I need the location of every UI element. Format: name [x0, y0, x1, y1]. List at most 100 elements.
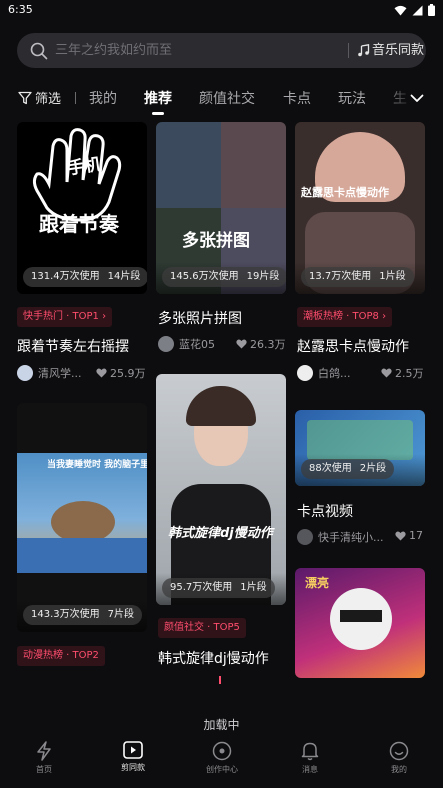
tab-beat-sync[interactable]: 卡点	[283, 88, 311, 108]
card-4-image-text: 当我妻睡觉时 我的脑子里都是:	[47, 460, 147, 470]
usage-count: 131.4万次使用	[31, 271, 100, 282]
card-5-title[interactable]: 韩式旋律dj慢动作	[158, 648, 286, 668]
template-card-4[interactable]: 当我妻睡觉时 我的脑子里都是: 143.3万次使用 7片段	[17, 403, 147, 632]
cartoon-character	[51, 501, 115, 543]
ranking-badge-4[interactable]: 动漫热榜 · TOP2	[17, 646, 105, 666]
nav-profile[interactable]: 我的	[369, 741, 429, 775]
usage-count: 143.3万次使用	[31, 609, 100, 620]
heart-icon	[236, 339, 247, 349]
collage-photo	[221, 122, 286, 208]
usage-info: 131.4万次使用 14片段	[23, 267, 147, 287]
card-7-image-text: 漂亮	[305, 576, 330, 590]
heart-icon	[381, 368, 392, 378]
nav-messages-label: 消息	[302, 765, 318, 774]
template-card-2[interactable]: 多张拼图 145.6万次使用 19片段	[156, 122, 286, 294]
tab-looks-social[interactable]: 颜值社交	[199, 88, 255, 108]
scroll-indicator	[219, 676, 221, 684]
usage-info: 13.7万次使用 1片段	[301, 267, 414, 287]
music-note-icon	[358, 44, 370, 57]
tab-mine[interactable]: 我的	[89, 88, 117, 108]
card-3-likes: 2.5万	[381, 365, 424, 381]
usage-info: 95.7万次使用 1片段	[162, 578, 275, 598]
cellular-signal-icon	[412, 5, 423, 15]
search-divider	[348, 43, 349, 58]
like-count: 25.9万	[110, 367, 146, 380]
usage-count: 145.6万次使用	[170, 271, 239, 282]
usage-info: 143.3万次使用 7片段	[23, 605, 143, 625]
hand-label: 手机	[66, 154, 103, 180]
avatar	[297, 529, 313, 545]
active-tab-indicator	[152, 112, 164, 115]
music-same-style-label: 音乐同款	[372, 43, 425, 58]
card-2-title[interactable]: 多张照片拼图	[158, 308, 286, 328]
nav-creator-center-label: 创作中心	[206, 765, 238, 774]
author-name: 蓝花05	[179, 338, 215, 351]
nav-home-label: 首页	[36, 765, 52, 774]
status-bar: 6:35	[0, 0, 443, 22]
avatar	[158, 336, 174, 352]
segment-count: 2片段	[359, 463, 387, 474]
collage-photo	[156, 122, 221, 208]
segment-count: 1片段	[240, 582, 267, 593]
filter-button[interactable]: 筛选	[18, 88, 61, 107]
template-card-3[interactable]: 赵露思卡点慢动作 13.7万次使用 1片段	[295, 122, 425, 294]
nav-messages[interactable]: 消息	[280, 741, 340, 775]
search-input[interactable]	[55, 33, 335, 68]
ranking-badge-5[interactable]: 颜值社交 · TOP5	[158, 618, 246, 638]
card-6-title[interactable]: 卡点视频	[297, 501, 425, 521]
template-card-5[interactable]: 韩式旋律dj慢动作 95.7万次使用 1片段	[156, 374, 286, 605]
bottom-nav: 首页 剪同款 创作中心 消息 我的	[0, 735, 443, 788]
heart-icon	[96, 368, 107, 378]
smile-icon	[389, 741, 409, 761]
template-card-6[interactable]: 88次使用 2片段	[295, 410, 425, 486]
usage-count: 13.7万次使用	[309, 271, 372, 282]
tab-recommended[interactable]: 推荐	[144, 88, 172, 108]
character-mask	[340, 610, 382, 622]
usage-info: 145.6万次使用 19片段	[162, 267, 286, 287]
card-3-author[interactable]: 白鸽...	[297, 365, 351, 381]
segment-count: 1片段	[379, 271, 406, 282]
search-bar[interactable]: 音乐同款	[17, 33, 426, 68]
card-1-likes: 25.9万	[96, 365, 146, 381]
avatar	[17, 365, 33, 381]
author-name: 白鸽...	[318, 367, 351, 380]
card-3-title[interactable]: 赵露思卡点慢动作	[297, 336, 425, 356]
like-count: 26.3万	[250, 338, 286, 351]
bell-icon	[301, 742, 319, 761]
card-1-author[interactable]: 清风学...	[17, 365, 82, 381]
usage-count: 95.7万次使用	[170, 582, 233, 593]
chevron-down-icon[interactable]	[409, 90, 425, 106]
category-tabs: 筛选 我的 推荐 颜值社交 卡点 玩法 生	[0, 84, 443, 116]
usage-count: 88次使用	[309, 463, 352, 474]
wifi-icon	[394, 5, 407, 15]
ranking-badge-3[interactable]: 潮板热榜 · TOP8 ›	[297, 307, 393, 327]
creator-icon	[212, 741, 232, 761]
nav-same-style[interactable]: 剪同款	[103, 741, 163, 773]
card-1-title[interactable]: 跟着节奏左右摇摆	[17, 336, 147, 356]
card-2-likes: 26.3万	[236, 336, 286, 352]
filter-label: 筛选	[35, 92, 62, 107]
tab-gameplay[interactable]: 玩法	[338, 88, 366, 108]
ranking-badge-1[interactable]: 快手热门 · TOP1 ›	[17, 307, 113, 327]
card-3-image-text: 赵露思卡点慢动作	[301, 186, 389, 199]
card-6-author[interactable]: 快手清纯小...	[297, 529, 384, 545]
filter-icon	[18, 91, 32, 104]
nav-creator-center[interactable]: 创作中心	[192, 741, 252, 775]
like-count: 17	[409, 529, 423, 542]
loading-indicator: 加载中	[203, 718, 240, 732]
music-same-style-button[interactable]: 音乐同款	[357, 33, 424, 68]
video-play-icon	[123, 741, 143, 759]
card-2-author[interactable]: 蓝花05	[158, 336, 215, 352]
nav-home[interactable]: 首页	[14, 741, 74, 775]
card-6-likes: 17	[395, 529, 423, 542]
card-2-image-text: 多张拼图	[182, 231, 250, 251]
author-name: 清风学...	[38, 367, 82, 380]
avatar	[297, 365, 313, 381]
segment-count: 19片段	[246, 271, 280, 282]
segment-count: 7片段	[107, 609, 135, 620]
usage-info: 88次使用 2片段	[301, 459, 395, 479]
template-card-7[interactable]: 漂亮	[295, 568, 425, 678]
status-icons	[394, 4, 435, 16]
segment-count: 14片段	[107, 271, 141, 282]
template-card-1[interactable]: 手机 跟着节奏 131.4万次使用 14片段	[17, 122, 147, 294]
